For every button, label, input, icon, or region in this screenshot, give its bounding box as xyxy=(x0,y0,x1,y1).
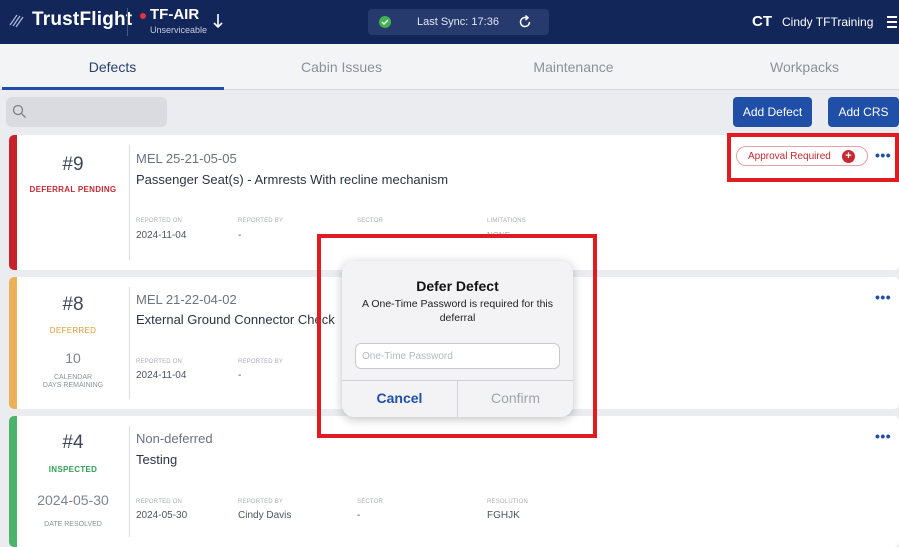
brand-name: TrustFlight xyxy=(32,9,133,30)
more-options-icon[interactable]: ••• xyxy=(875,428,891,444)
days-remaining: 10 xyxy=(65,350,81,366)
field-label: REPORTED BY xyxy=(238,218,284,224)
defect-title: Passenger Seat(s) - Armrests With reclin… xyxy=(136,172,449,187)
tab-workpacks[interactable]: Workpacks xyxy=(692,44,899,90)
field-label: RESOLUTION xyxy=(487,499,529,505)
days-caption: DAYS REMAINING xyxy=(42,382,104,389)
field-label: LIMITATIONS xyxy=(487,218,526,224)
status-badge: INSPECTED xyxy=(48,465,98,474)
defect-number: #4 xyxy=(62,432,84,453)
status-dot xyxy=(140,13,146,19)
refresh-icon[interactable] xyxy=(517,14,533,30)
top-bar: TrustFlight TF-AIR Unserviceable Last Sy… xyxy=(0,0,899,44)
aircraft-registration: TF-AIR xyxy=(150,6,200,23)
card-divider xyxy=(129,426,130,537)
more-options-icon[interactable]: ••• xyxy=(875,289,891,305)
trustflight-logo-icon xyxy=(9,14,24,28)
arrow-down-icon[interactable] xyxy=(212,12,224,30)
dialog-message: A One-Time Password is required for this… xyxy=(361,298,553,324)
tab-defects[interactable]: Defects xyxy=(0,44,225,90)
status-stripe xyxy=(9,277,17,409)
user-menu[interactable]: CT Cindy TFTraining xyxy=(752,13,873,30)
status-stripe xyxy=(9,135,17,270)
field-label: REPORTED ON xyxy=(136,359,183,365)
field-label: REPORTED ON xyxy=(136,499,183,505)
search-input[interactable] xyxy=(6,97,167,127)
check-icon xyxy=(379,16,391,28)
field-value: Cindy Davis xyxy=(238,510,292,521)
add-defect-button[interactable]: Add Defect xyxy=(733,97,812,127)
field-value: - xyxy=(238,370,242,381)
one-time-password-input[interactable] xyxy=(355,343,560,369)
date-resolved: 2024-05-30 xyxy=(37,492,109,508)
aircraft-status: Unserviceable xyxy=(150,25,208,35)
field-value: - xyxy=(238,230,242,241)
defect-title: Testing xyxy=(136,452,178,467)
status-badge: DEFERRAL PENDING xyxy=(29,185,117,194)
field-value: 2024-05-30 xyxy=(136,510,188,521)
add-crs-button[interactable]: Add CRS xyxy=(828,97,899,127)
search-icon xyxy=(12,104,26,118)
status-badge: DEFERRED xyxy=(49,326,97,335)
field-label: REPORTED BY xyxy=(238,359,284,365)
highlight-box xyxy=(727,133,899,182)
tab-bar: Defects Cabin Issues Maintenance Workpac… xyxy=(0,44,899,90)
field-label: REPORTED ON xyxy=(136,218,183,224)
tab-maintenance[interactable]: Maintenance xyxy=(461,44,686,90)
field-label: SECTOR xyxy=(357,218,384,224)
defect-number: #8 xyxy=(62,294,84,315)
header-divider xyxy=(127,8,128,36)
defect-title: External Ground Connector Check xyxy=(136,312,335,327)
avatar: CT xyxy=(752,13,772,30)
brand: TrustFlight xyxy=(8,9,132,31)
confirm-button[interactable]: Confirm xyxy=(458,380,573,417)
defect-type: Non-deferred xyxy=(136,431,213,446)
date-resolved-label: DATE RESOLVED xyxy=(44,521,102,528)
user-name: Cindy TFTraining xyxy=(782,14,874,29)
active-tab-indicator xyxy=(2,87,224,90)
defect-type: MEL 25-21-05-05 xyxy=(136,151,237,166)
field-value: - xyxy=(357,510,361,521)
card-divider xyxy=(129,287,130,399)
field-value: 2024-11-04 xyxy=(136,230,187,241)
defect-type: MEL 21-22-04-02 xyxy=(136,292,237,307)
defect-number: #9 xyxy=(62,154,84,175)
defer-defect-dialog: Defer Defect A One-Time Password is requ… xyxy=(342,261,573,417)
field-label: SECTOR xyxy=(357,499,384,505)
dialog-title: Defer Defect xyxy=(416,278,499,294)
status-stripe xyxy=(9,416,17,547)
cancel-button[interactable]: Cancel xyxy=(342,380,457,417)
field-value: FGHJK xyxy=(487,510,520,521)
last-sync-text: Last Sync: 17:36 xyxy=(417,16,499,28)
card-divider xyxy=(129,145,130,260)
field-value: 2024-11-04 xyxy=(136,370,187,381)
tab-cabin-issues[interactable]: Cabin Issues xyxy=(229,44,454,90)
hamburger-menu-icon[interactable] xyxy=(887,16,897,28)
sync-status: Last Sync: 17:36 xyxy=(368,9,549,35)
field-label: REPORTED BY xyxy=(238,499,284,505)
